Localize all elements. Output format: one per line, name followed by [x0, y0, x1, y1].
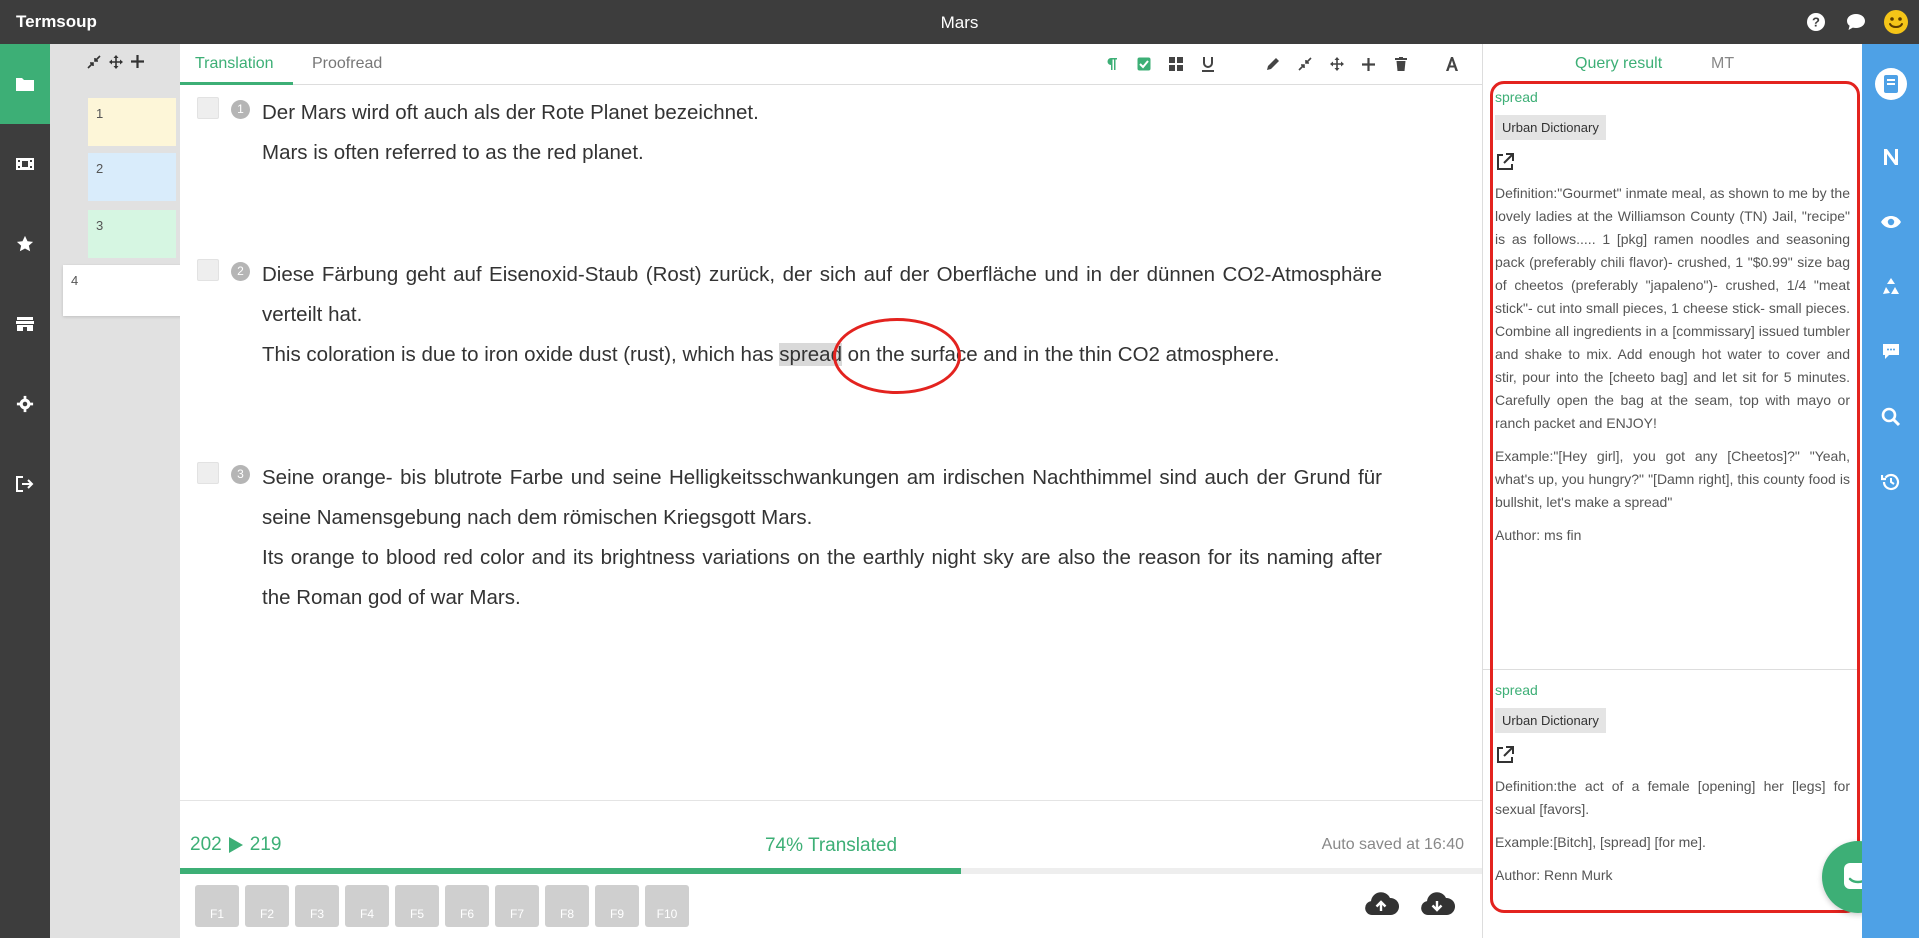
target-text-pre: This coloration is due to iron oxide dus… [262, 343, 780, 366]
source-text[interactable]: Seine orange- bis blutrote Farbe und sei… [262, 458, 1382, 538]
target-text[interactable]: Its orange to blood red color and its br… [262, 538, 1382, 618]
target-text[interactable]: This coloration is due to iron oxide dus… [262, 335, 1382, 375]
segment-list: 1 Der Mars wird oft auch als der Rote Pl… [180, 85, 1482, 801]
segment-box-3[interactable]: 3 [88, 210, 176, 258]
source-text[interactable]: Der Mars wird oft auch als der Rote Plan… [262, 93, 1382, 133]
right-nav [1862, 44, 1919, 938]
segment-row: 2 Diese Färbung geht auf Eisenoxid-Staub… [197, 255, 1382, 375]
progress-bar [180, 868, 1482, 874]
segment-column: 1 2 3 4 [50, 44, 183, 938]
notebook-icon[interactable] [1862, 44, 1919, 124]
search-icon[interactable] [1862, 384, 1919, 449]
f2-key[interactable]: F2 [245, 885, 289, 927]
pencil-icon[interactable] [1262, 53, 1283, 75]
gear-icon[interactable] [0, 364, 50, 444]
tab-mt[interactable]: MT [1711, 55, 1734, 73]
segment-box-4[interactable]: 4 [63, 265, 183, 316]
collapse-icon[interactable] [86, 54, 101, 74]
tab-translation[interactable]: Translation [195, 55, 274, 73]
check-icon[interactable] [1133, 53, 1154, 75]
segment-box-2[interactable]: 2 [88, 153, 176, 201]
f6-key[interactable]: F6 [445, 885, 489, 927]
status-bar: 202 219 74% Translated Auto saved at 16:… [180, 834, 1482, 864]
segment-number: 1 [231, 100, 250, 119]
annotation-frame [1490, 81, 1860, 913]
segment-number: 3 [231, 465, 250, 484]
smiley-icon[interactable] [1883, 9, 1909, 35]
underline-icon[interactable] [1197, 53, 1218, 75]
f7-key[interactable]: F7 [495, 885, 539, 927]
folder-icon[interactable] [0, 44, 50, 124]
store-icon[interactable] [0, 284, 50, 364]
logout-icon[interactable] [0, 444, 50, 524]
recycle-icon[interactable] [1862, 254, 1919, 319]
function-keys: F1 F2 F3 F4 F5 F6 F7 F8 F9 F10 [195, 885, 689, 927]
progress-fill [180, 868, 962, 874]
eye-icon[interactable] [1862, 189, 1919, 254]
segment-number: 2 [231, 262, 250, 281]
top-bar: Termsoup Mars ? [0, 0, 1919, 44]
editor-toolbar [1101, 53, 1462, 75]
segment-row: 1 Der Mars wird oft auch als der Rote Pl… [197, 93, 1382, 173]
editor-panel: Translation Proofread 1 Der Mars wird of… [180, 44, 1482, 938]
cloud-download-icon[interactable] [1419, 889, 1456, 919]
f8-key[interactable]: F8 [545, 885, 589, 927]
segment-row: 3 Seine orange- bis blutrote Farbe und s… [197, 458, 1382, 618]
segment-checkbox[interactable] [197, 97, 219, 119]
history-icon[interactable] [1862, 449, 1919, 514]
f3-key[interactable]: F3 [295, 885, 339, 927]
star-icon[interactable] [0, 204, 50, 284]
left-nav [0, 44, 50, 938]
f5-key[interactable]: F5 [395, 885, 439, 927]
cloud-upload-icon[interactable] [1363, 889, 1400, 919]
editor-tabs: Translation Proofread [180, 44, 1482, 85]
source-text[interactable]: Diese Färbung geht auf Eisenoxid-Staub (… [262, 255, 1382, 335]
plus-icon[interactable] [1358, 53, 1379, 75]
target-text[interactable]: Mars is often referred to as the red pla… [262, 133, 1382, 173]
plus-icon[interactable] [130, 55, 144, 73]
help-icon[interactable]: ? [1803, 9, 1829, 35]
segment-checkbox[interactable] [197, 259, 219, 281]
trash-icon[interactable] [1390, 53, 1411, 75]
document-title: Mars [940, 13, 979, 32]
font-icon[interactable] [1441, 53, 1462, 75]
f9-key[interactable]: F9 [595, 885, 639, 927]
f1-key[interactable]: F1 [195, 885, 239, 927]
translated-percent: 74% Translated [764, 835, 898, 856]
grid-icon[interactable] [1165, 53, 1186, 75]
svg-text:?: ? [1812, 15, 1820, 30]
annotation-circle [833, 318, 961, 394]
chat-icon[interactable] [1843, 9, 1869, 35]
autosave-status: Auto saved at 16:40 [1321, 836, 1464, 853]
pilcrow-icon[interactable] [1101, 53, 1122, 75]
f4-key[interactable]: F4 [345, 885, 389, 927]
comment-icon[interactable] [1862, 319, 1919, 384]
film-icon[interactable] [0, 124, 50, 204]
move-icon[interactable] [1326, 53, 1347, 75]
segment-checkbox[interactable] [197, 462, 219, 484]
f10-key[interactable]: F10 [645, 885, 689, 927]
n-icon[interactable] [1862, 124, 1919, 189]
tab-query-result[interactable]: Query result [1575, 55, 1662, 73]
move-icon[interactable] [108, 54, 123, 74]
segment-box-1[interactable]: 1 [88, 98, 176, 146]
collapse-icon[interactable] [1294, 53, 1315, 75]
tab-proofread[interactable]: Proofread [312, 55, 382, 73]
